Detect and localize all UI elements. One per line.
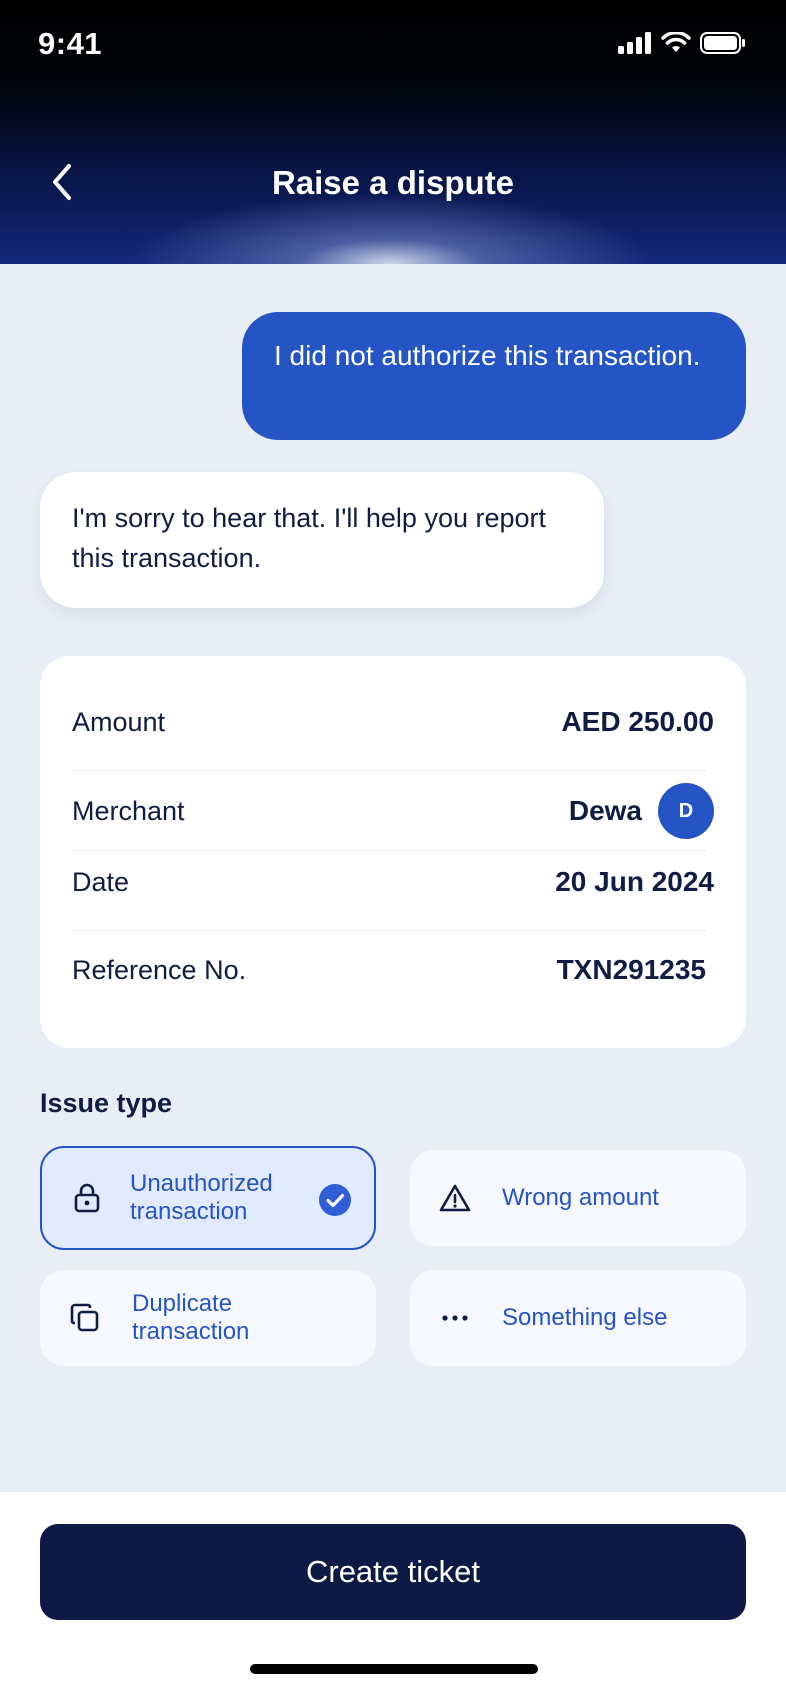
- lock-icon: [70, 1181, 104, 1215]
- merchant-value: Dewa: [568, 795, 642, 826]
- option-label: Something else: [502, 1304, 668, 1331]
- option-wrong-amount[interactable]: Wrong amount: [410, 1150, 746, 1246]
- divider: [72, 930, 706, 931]
- option-unauthorized-transaction[interactable]: Unauthorized transaction: [40, 1146, 376, 1250]
- warning-icon: [438, 1181, 472, 1215]
- merchant-row: Merchant Dewa D: [72, 776, 714, 846]
- issue-type-title: Issue type: [40, 1088, 173, 1118]
- merchant-label: Merchant: [72, 795, 185, 826]
- reference-label: Reference No.: [72, 954, 247, 985]
- option-something-else[interactable]: Something else: [410, 1270, 746, 1366]
- copy-icon: [68, 1301, 102, 1335]
- status-bar: 9:41: [0, 0, 786, 90]
- option-label: Wrong amount: [502, 1184, 659, 1211]
- user-message-bubble: I did not authorize this transaction.: [242, 312, 746, 440]
- reference-row: Reference No. TXN291235: [72, 954, 706, 986]
- create-ticket-button[interactable]: Create ticket: [40, 1524, 746, 1620]
- option-duplicate-transaction[interactable]: Duplicate transaction: [40, 1270, 376, 1366]
- amount-value: AED 250.00: [561, 706, 714, 737]
- more-icon: [438, 1301, 472, 1335]
- status-icons: [618, 32, 746, 54]
- status-time: 9:41: [38, 26, 103, 61]
- battery-icon: [700, 32, 745, 54]
- bottom-bar: Create ticket: [0, 1492, 786, 1704]
- option-label: Unauthorized transaction: [130, 1170, 273, 1225]
- bot-message-bubble: I'm sorry to hear that. I'll help you re…: [40, 472, 604, 608]
- divider: [72, 770, 706, 771]
- option-label: Duplicate transaction: [132, 1290, 250, 1345]
- amount-label: Amount: [72, 706, 166, 737]
- date-label: Date: [72, 866, 130, 897]
- date-value: 20 Jun 2024: [555, 866, 714, 897]
- page-title: Raise a dispute: [271, 164, 515, 201]
- date-row: Date 20 Jun 2024: [72, 866, 714, 898]
- wifi-icon: [661, 32, 691, 52]
- merchant-avatar: D: [658, 783, 714, 839]
- divider: [72, 850, 706, 851]
- header: 9:41 Raise a dispute: [0, 0, 786, 264]
- signal-icon: [618, 32, 651, 54]
- merchant-value-group: Dewa D: [569, 783, 714, 839]
- amount-row: Amount AED 250.00: [72, 706, 714, 738]
- check-circle-icon: [319, 1184, 351, 1216]
- transaction-details-card: Amount AED 250.00 Merchant Dewa D Date 2…: [40, 656, 746, 1048]
- reference-value: TXN291235: [556, 954, 706, 985]
- home-indicator: [250, 1664, 538, 1674]
